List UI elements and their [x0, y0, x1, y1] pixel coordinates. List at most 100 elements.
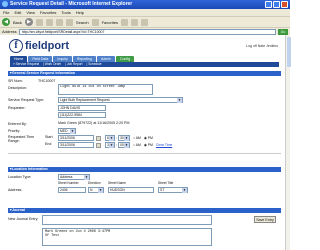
- home-icon[interactable]: [55, 18, 63, 26]
- collapse-arrow-icon[interactable]: ▼: [9, 71, 12, 76]
- entered-label: Entered By:: [8, 121, 27, 126]
- general-section-header[interactable]: ▼ General Service Request Information: [8, 71, 281, 76]
- logout-link[interactable]: Log off Nate Jenkins: [246, 44, 278, 48]
- address-label: Address: [2, 29, 17, 34]
- general-header-label: General Service Request Information: [12, 71, 76, 75]
- subnav-job-report[interactable]: | Job Report: [65, 62, 82, 67]
- type-row: Service Request Type:: [8, 96, 58, 103]
- requester-row: Requester:: [8, 104, 38, 111]
- collapse-arrow-icon[interactable]: ▼: [9, 208, 12, 213]
- start-min-select[interactable]: 30: [117, 135, 130, 141]
- type-label: Service Request Type:: [8, 97, 45, 102]
- entered-value: Mark Green (879722) at 11/16/2005 2:20 P…: [58, 121, 130, 125]
- menu-file[interactable]: File: [3, 9, 9, 16]
- menu-favorites[interactable]: Favorites: [40, 9, 56, 16]
- end-hour-select[interactable]: 3: [105, 142, 115, 148]
- vertical-scrollbar[interactable]: [285, 35, 291, 250]
- minimize-button[interactable]: [265, 1, 272, 8]
- history-icon[interactable]: [121, 18, 129, 26]
- menu-edit[interactable]: Edit: [14, 9, 21, 16]
- end-label: End: [45, 142, 52, 146]
- browser-window: Service Request Detail - Microsoft Inter…: [0, 0, 291, 250]
- save-entry-button[interactable]: Save Entry: [254, 216, 276, 223]
- favorites-icon[interactable]: [91, 18, 99, 26]
- calendar-icon[interactable]: [96, 142, 101, 148]
- scrollbar-thumb[interactable]: [286, 37, 291, 67]
- page-content: f fieldport Log off Nate Jenkins Home Fi…: [0, 35, 290, 250]
- street-name-field[interactable]: HUDSON: [108, 187, 154, 193]
- start-am-radio[interactable]: ○ AM: [133, 136, 141, 140]
- requester-phone-field[interactable]: (111)222-9984: [58, 112, 106, 118]
- mail-icon[interactable]: [131, 18, 139, 26]
- close-button[interactable]: [281, 1, 288, 8]
- title-bar: Service Request Detail - Microsoft Inter…: [0, 0, 290, 9]
- back-icon[interactable]: ◀: [2, 18, 10, 26]
- logo-mark: f: [9, 39, 23, 53]
- browser-toolbar: ◀ Back ▶ Search Favorites: [0, 16, 290, 27]
- new-journal-textarea[interactable]: [42, 215, 212, 225]
- priority-label: Priority:: [8, 128, 21, 133]
- end-time-row: 3/11/2006 3 : 00 ○ AM ◉ PM Clear Time: [58, 142, 172, 148]
- direction-select[interactable]: N: [88, 187, 104, 193]
- description-label: Description:: [8, 85, 27, 90]
- location-header-label: Location Information: [12, 167, 48, 171]
- loc-type-row: Location Type:: [8, 173, 38, 180]
- end-min-select[interactable]: 00: [117, 142, 130, 148]
- street-title-select[interactable]: ST: [158, 187, 188, 193]
- menu-help[interactable]: Help: [76, 9, 84, 16]
- sub-navigation: » Service Request | Work Order | Job Rep…: [10, 62, 279, 67]
- end-date-field[interactable]: 3/11/2006: [58, 142, 94, 148]
- end-am-radio[interactable]: ○ AM: [133, 143, 141, 147]
- collapse-arrow-icon[interactable]: ▼: [9, 167, 12, 172]
- divider: [8, 153, 281, 154]
- window-title: Service Request Detail - Microsoft Inter…: [10, 1, 133, 7]
- entered-row: Entered By:: [8, 120, 58, 127]
- fieldport-logo: f fieldport: [9, 39, 69, 53]
- favorites-label[interactable]: Favorites: [102, 20, 118, 25]
- col-direction: Direction: [88, 181, 101, 185]
- maximize-button[interactable]: [273, 1, 280, 8]
- location-section-header[interactable]: ▼ Location Information: [8, 167, 281, 172]
- start-date-field[interactable]: 3/11/2006: [58, 135, 94, 141]
- sr-num-row: SR Num: THC10007: [8, 77, 55, 84]
- back-label[interactable]: Back: [13, 20, 22, 25]
- subnav-work-order[interactable]: | Work Order: [43, 62, 61, 67]
- subnav-service-request[interactable]: » Service Request: [13, 62, 39, 67]
- description-field[interactable]: Light bulb is out on street lamp: [58, 84, 153, 95]
- start-pm-radio[interactable]: ◉ PM: [144, 136, 153, 140]
- search-icon[interactable]: [65, 18, 73, 26]
- journal-section-header[interactable]: ▼ Journal: [8, 208, 281, 213]
- clear-time-link[interactable]: Clear Time: [156, 143, 172, 147]
- start-hour-select[interactable]: 6: [105, 135, 115, 141]
- calendar-icon[interactable]: [96, 135, 101, 141]
- priority-select[interactable]: MED: [58, 128, 76, 134]
- print-icon[interactable]: [141, 18, 149, 26]
- journal-history[interactable]: Mark Greene on Jun 4 2006 3:47PM Of Test: [42, 228, 212, 246]
- menu-tools[interactable]: Tools: [61, 9, 70, 16]
- sr-num-label: SR Num:: [8, 78, 23, 83]
- subnav-schedule[interactable]: | Schedule: [87, 62, 102, 67]
- loc-type-label: Location Type:: [8, 174, 32, 179]
- stop-icon[interactable]: [35, 18, 43, 26]
- search-label[interactable]: Search: [76, 20, 89, 25]
- address-row: Address:: [8, 186, 38, 193]
- sr-num-value: THC10007: [38, 78, 56, 83]
- refresh-icon[interactable]: [45, 18, 53, 26]
- col-street-number: Street Number: [58, 181, 79, 185]
- start-label: Start: [45, 135, 53, 139]
- requester-name-field[interactable]: JOHN DAVIS: [58, 105, 106, 111]
- end-pm-radio[interactable]: ◉ PM: [144, 143, 153, 147]
- address-input[interactable]: http://srv.cityof.fieldport/SRDetail.asp…: [18, 28, 276, 35]
- journal-entry-body: Of Test: [45, 234, 60, 238]
- req-time-label: Requested Time Range:: [8, 135, 35, 143]
- journal-header-label: Journal: [12, 208, 25, 212]
- col-street-title: Street Title: [158, 181, 174, 185]
- col-street-name: Street Name: [108, 181, 126, 185]
- loc-type-select[interactable]: Address: [58, 174, 90, 180]
- ie-icon: [2, 1, 8, 7]
- forward-icon[interactable]: ▶: [24, 18, 33, 26]
- address-bar: Address http://srv.cityof.fieldport/SRDe…: [0, 27, 290, 35]
- menu-view[interactable]: View: [26, 9, 35, 16]
- type-select[interactable]: Light Bulb Replacement Request: [58, 97, 183, 103]
- street-number-field[interactable]: 2406: [58, 187, 86, 193]
